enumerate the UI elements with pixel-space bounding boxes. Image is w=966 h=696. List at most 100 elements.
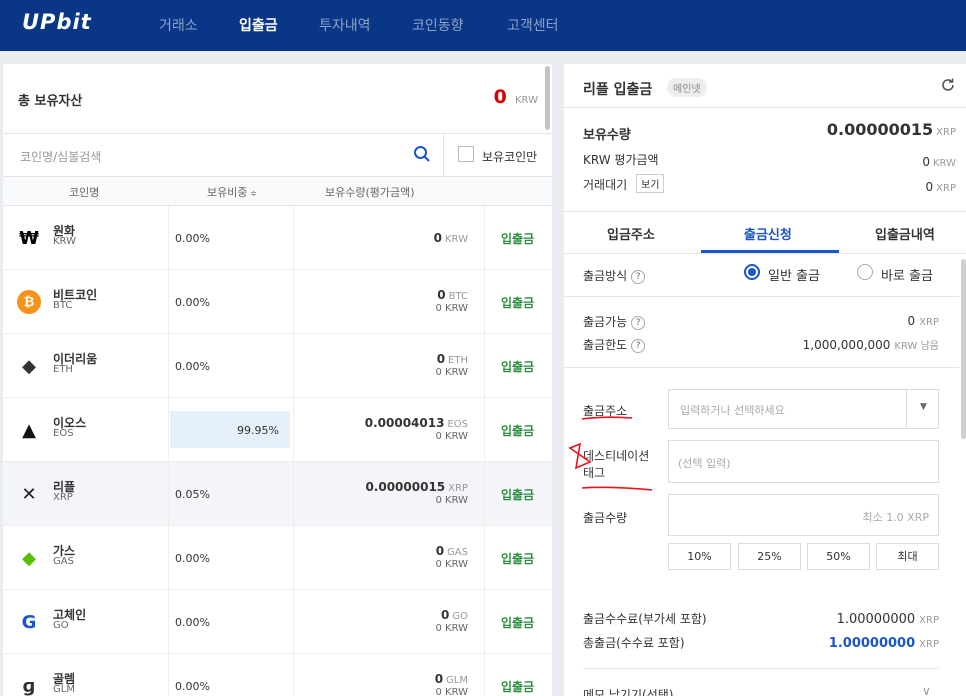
divider bbox=[168, 270, 169, 334]
holding-krw-value: 0 KRW bbox=[435, 559, 468, 570]
coin-icon: ✕ bbox=[17, 482, 41, 506]
owned-only-checkbox[interactable] bbox=[458, 146, 474, 162]
table-row[interactable]: ₩ 원화 KRW 0.00% 0 KRW 입출금 bbox=[3, 206, 552, 270]
coin-icon: ɡ bbox=[17, 674, 41, 696]
divider bbox=[564, 253, 966, 254]
table-row[interactable]: ◆ 가스 GAS 0.00% 0 GAS 0 KRW 입출금 bbox=[3, 526, 552, 590]
scrollbar-thumb[interactable] bbox=[961, 259, 966, 439]
holding-amount-unit: BTC bbox=[448, 291, 468, 302]
available-number: 0 bbox=[907, 314, 916, 328]
pct-25-button[interactable]: 25% bbox=[738, 543, 801, 570]
holding-label: 보유수량 bbox=[583, 128, 631, 143]
divider bbox=[168, 398, 169, 462]
coin-symbol: ETH bbox=[53, 364, 73, 375]
refresh-icon[interactable] bbox=[940, 77, 956, 93]
withdraw-amount-input[interactable]: 최소 1.0 XRP bbox=[668, 494, 939, 536]
view-button[interactable]: 보기 bbox=[636, 174, 665, 193]
nav-coin-trends[interactable]: 코인동향 bbox=[412, 15, 464, 35]
divider bbox=[564, 296, 959, 297]
divider bbox=[484, 590, 485, 654]
divider bbox=[484, 398, 485, 462]
header-coin-name: 코인명 bbox=[69, 186, 100, 199]
pending-value: 0 XRP bbox=[926, 176, 956, 195]
limit-value: 1,000,000,000 KRW 남음 bbox=[803, 334, 939, 353]
nav-deposit-withdraw[interactable]: 입출금 bbox=[239, 15, 278, 35]
holding-ratio: 0.05% bbox=[175, 488, 210, 501]
krw-number: 0 bbox=[922, 155, 930, 169]
coin-glyph: G bbox=[21, 611, 37, 633]
holding-amount-unit: GO bbox=[452, 611, 468, 622]
search-icon[interactable] bbox=[413, 145, 431, 163]
holding-ratio: 0.00% bbox=[175, 616, 210, 629]
deposit-withdraw-link[interactable]: 입출금 bbox=[501, 486, 534, 503]
scrollbar-thumb[interactable] bbox=[545, 66, 550, 130]
sort-icon: ≑ bbox=[247, 189, 257, 198]
holding-amount-unit: KRW bbox=[445, 234, 468, 245]
divider bbox=[484, 270, 485, 334]
withdraw-address-input[interactable]: 입력하거나 선택하세요 ▼ bbox=[668, 389, 939, 429]
withdraw-method-label: 출금방식? bbox=[583, 267, 646, 284]
header-holding-ratio[interactable]: 보유비중 ≑ bbox=[207, 184, 257, 200]
table-row[interactable]: ✕ 리플 XRP 0.05% 0.00000015 XRP 0 KRW 입출금 bbox=[3, 462, 552, 526]
tab-deposit-address[interactable]: 입금주소 bbox=[607, 224, 655, 243]
coin-icon: ▲ bbox=[17, 418, 41, 442]
table-row[interactable]: ₿ 비트코인 BTC 0.00% 0 BTC 0 KRW 입출금 bbox=[3, 270, 552, 334]
deposit-withdraw-link[interactable]: 입출금 bbox=[501, 422, 534, 439]
help-icon[interactable]: ? bbox=[631, 338, 646, 353]
divider bbox=[484, 206, 485, 270]
tag-placeholder: (선택 입력) bbox=[678, 457, 731, 470]
help-icon[interactable]: ? bbox=[631, 269, 646, 284]
coin-symbol: XRP bbox=[53, 492, 73, 503]
nav-exchange[interactable]: 거래소 bbox=[159, 15, 198, 35]
fee-number: 1.00000000 bbox=[836, 612, 916, 627]
deposit-withdraw-link[interactable]: 입출금 bbox=[501, 294, 534, 311]
divider bbox=[293, 462, 294, 526]
coin-glyph: ▲ bbox=[22, 419, 36, 441]
upbit-logo[interactable]: UPbit bbox=[22, 10, 92, 34]
chevron-down-icon[interactable]: ∨ bbox=[922, 684, 931, 696]
holding-amount-number: 0 bbox=[434, 672, 444, 686]
coin-glyph: ₿ bbox=[17, 290, 41, 314]
divider bbox=[443, 134, 444, 176]
mainnet-badge: 메인넷 bbox=[667, 78, 707, 97]
holding-krw-value: 0 KRW bbox=[435, 623, 468, 634]
nav-customer-center[interactable]: 고객센터 bbox=[507, 15, 559, 35]
table-row[interactable]: G 고체인 GO 0.00% 0 GO 0 KRW 입출금 bbox=[3, 590, 552, 654]
radio-instant-withdraw[interactable] bbox=[857, 264, 873, 280]
coin-symbol: GLM bbox=[53, 684, 75, 695]
deposit-withdraw-link[interactable]: 입출금 bbox=[501, 230, 534, 247]
destination-tag-input[interactable]: (선택 입력) bbox=[668, 440, 939, 483]
radio-normal-withdraw[interactable] bbox=[744, 264, 760, 280]
deposit-withdraw-link[interactable]: 입출금 bbox=[501, 678, 534, 695]
chevron-down-icon[interactable]: ▼ bbox=[920, 402, 927, 412]
total-assets-value: 0 KRW bbox=[494, 86, 538, 108]
deposit-withdraw-link[interactable]: 입출금 bbox=[501, 550, 534, 567]
amount-placeholder: 최소 1.0 XRP bbox=[862, 511, 929, 524]
nav-investments[interactable]: 투자내역 bbox=[319, 15, 371, 35]
holding-amount: 0 ETH bbox=[437, 352, 468, 366]
pct-50-button[interactable]: 50% bbox=[807, 543, 870, 570]
holding-amount: 0 BTC bbox=[437, 288, 468, 302]
max-button[interactable]: 최대 bbox=[876, 543, 939, 570]
pct-10-button[interactable]: 10% bbox=[668, 543, 731, 570]
deposit-withdraw-link[interactable]: 입출금 bbox=[501, 358, 534, 375]
coin-glyph: ₩ bbox=[19, 227, 39, 249]
divider bbox=[906, 390, 907, 428]
divider bbox=[484, 462, 485, 526]
table-row[interactable]: ▲ 이오스 EOS 99.95% 0.00004013 EOS 0 KRW 입출금 bbox=[3, 398, 552, 462]
help-icon[interactable]: ? bbox=[631, 315, 646, 330]
coin-icon: ◆ bbox=[17, 354, 41, 378]
tab-history[interactable]: 입출금내역 bbox=[875, 224, 935, 243]
table-row[interactable]: ɡ 골렘 GLM 0.00% 0 GLM 0 KRW 입출금 bbox=[3, 654, 552, 696]
table-row[interactable]: ◆ 이더리움 ETH 0.00% 0 ETH 0 KRW 입출금 bbox=[3, 334, 552, 398]
holding-number: 0.00000015 bbox=[826, 120, 934, 139]
memo-label[interactable]: 메모 남기기(선택) bbox=[583, 686, 673, 696]
holding-ratio: 0.00% bbox=[175, 232, 210, 245]
holding-ratio: 0.00% bbox=[175, 552, 210, 565]
holding-krw-value: 0 KRW bbox=[435, 367, 468, 378]
tab-withdraw-request[interactable]: 출금신청 bbox=[744, 224, 792, 243]
deposit-withdraw-link[interactable]: 입출금 bbox=[501, 614, 534, 631]
holding-amount-number: 0 bbox=[441, 608, 450, 622]
coin-search-input[interactable]: 코인명/심볼검색 bbox=[20, 148, 101, 165]
coin-icon: G bbox=[17, 610, 41, 634]
